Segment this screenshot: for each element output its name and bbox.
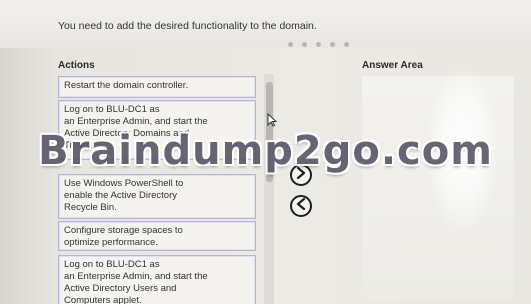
chevron-left-icon — [296, 197, 306, 215]
actions-list[interactable]: Restart the domain controller. Log on to… — [58, 74, 264, 304]
action-item-domains-and-trusts[interactable]: Log on to BLU-DC1 as an Enterprise Admin… — [58, 100, 256, 160]
progress-dot — [288, 42, 293, 47]
screen-glare — [428, 70, 498, 230]
action-item-users-and-computers[interactable]: Log on to BLU-DC1 as an Enterprise Admin… — [58, 255, 256, 304]
move-left-button[interactable] — [290, 195, 312, 217]
question-instruction: You need to add the desired functionalit… — [58, 20, 317, 32]
move-right-button[interactable] — [290, 164, 312, 186]
actions-heading: Actions — [58, 60, 95, 71]
progress-dot — [302, 42, 307, 47]
answer-area-heading: Answer Area — [362, 60, 423, 71]
progress-dot — [330, 42, 335, 47]
action-item-storage-spaces[interactable]: Configure storage spaces to optimize per… — [58, 221, 256, 251]
mouse-pointer-icon — [267, 112, 278, 132]
progress-dot — [316, 42, 321, 47]
progress-dot — [344, 42, 349, 47]
chevron-right-icon — [296, 166, 306, 184]
action-item-restart-dc[interactable]: Restart the domain controller. — [58, 76, 256, 98]
exam-screen: You need to add the desired functionalit… — [0, 0, 531, 304]
progress-dots — [288, 42, 349, 50]
action-item-enable-recycle-bin[interactable]: Use Windows PowerShell to enable the Act… — [58, 174, 256, 219]
actions-scrollbar-thumb[interactable] — [266, 82, 273, 182]
